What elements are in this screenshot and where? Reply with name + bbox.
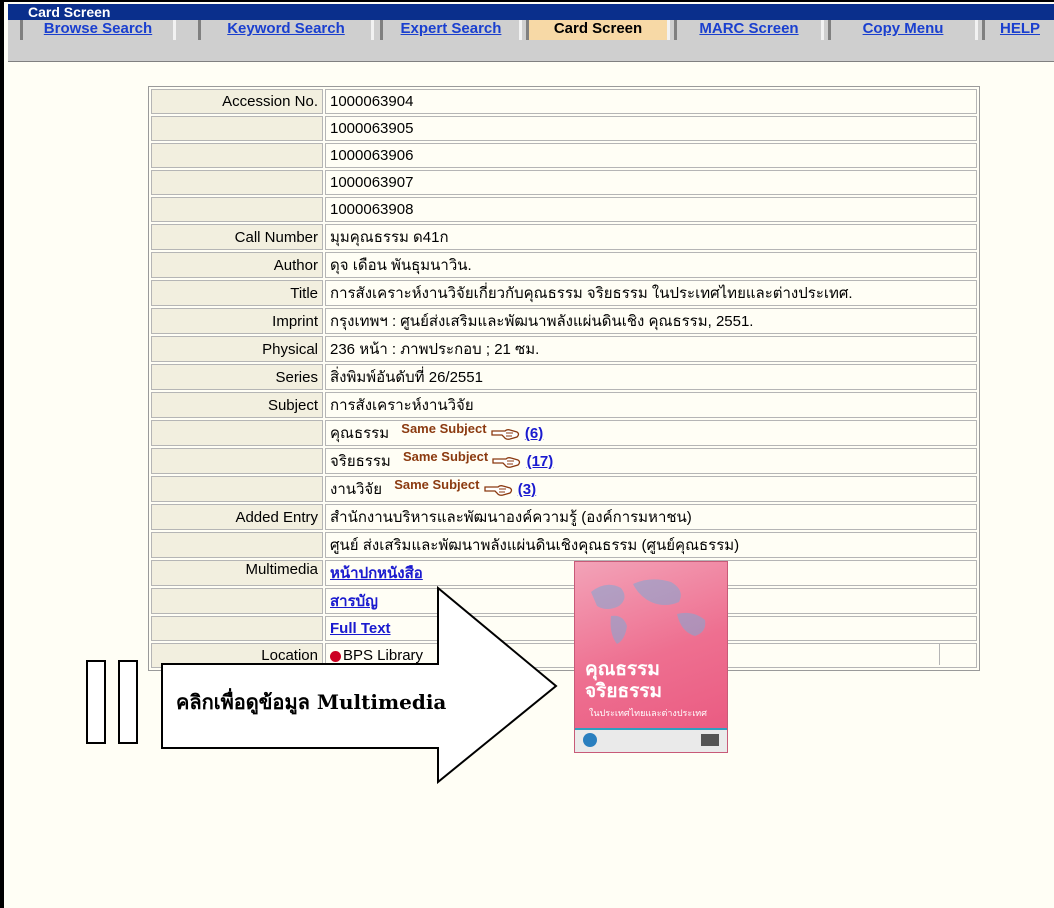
table-row: Multimedia หน้าปกหนังสือ xyxy=(151,560,977,586)
accession-value: 1000063904 xyxy=(325,89,977,114)
annotation-bar-icon xyxy=(86,660,106,744)
call-number-label: Call Number xyxy=(151,224,323,250)
added-entry-value: สำนักงานบริหารและพัฒนาองค์ความรู้ (องค์ก… xyxy=(325,504,977,530)
same-subject-label[interactable]: Same Subject xyxy=(394,477,479,492)
table-row: Call Number มุมคุณธรรม ด41ก xyxy=(151,224,977,250)
world-map-graphic xyxy=(591,579,706,644)
table-row: Imprint กรุงเทพฯ : ศูนย์ส่งเสริมและพัฒนา… xyxy=(151,308,977,334)
table-row: 1000063908 xyxy=(151,197,977,222)
pointing-hand-icon[interactable] xyxy=(491,426,521,442)
author-value: ดุจ เดือน พันธุมนาวิน. xyxy=(325,252,977,278)
cover-footer xyxy=(575,728,727,752)
imprint-label: Imprint xyxy=(151,308,323,334)
same-subject-count-link[interactable]: (6) xyxy=(525,425,543,442)
table-row: Accession No. 1000063904 xyxy=(151,89,977,114)
tab-expert-search[interactable]: Expert Search xyxy=(380,20,522,40)
publisher-logo-icon xyxy=(701,734,719,746)
multimedia-label: Multimedia xyxy=(151,560,323,586)
same-subject-count-link[interactable]: (17) xyxy=(527,453,554,470)
same-subject-label[interactable]: Same Subject xyxy=(401,421,486,436)
imprint-value: กรุงเทพฯ : ศูนย์ส่งเสริมและพัฒนาพลังแผ่น… xyxy=(325,308,977,334)
cover-subtitle: ในประเทศไทยและต่างประเทศ xyxy=(589,709,707,719)
accession-label: Accession No. xyxy=(151,89,323,114)
series-label: Series xyxy=(151,364,323,390)
physical-label: Physical xyxy=(151,336,323,362)
subject-term: จริยธรรม xyxy=(330,453,391,470)
same-subject-count-link[interactable]: (3) xyxy=(518,481,536,498)
subject-row: จริยธรรม Same Subject (17) xyxy=(325,448,977,474)
accession-value: 1000063906 xyxy=(325,143,977,168)
tab-bar: Browse Search Keyword Search Expert Sear… xyxy=(8,20,1054,62)
tab-marc-screen[interactable]: MARC Screen xyxy=(674,20,824,40)
title-label: Title xyxy=(151,280,323,306)
tab-card-screen[interactable]: Card Screen xyxy=(526,20,670,40)
same-subject-label[interactable]: Same Subject xyxy=(403,449,488,464)
tab-copy-menu[interactable]: Copy Menu xyxy=(828,20,978,40)
subject-label: Subject xyxy=(151,392,323,418)
tab-keyword-search[interactable]: Keyword Search xyxy=(198,20,374,40)
tab-browse-search[interactable]: Browse Search xyxy=(20,20,176,40)
table-row: Title การสังเคราะห์งานวิจัยเกี่ยวกับคุณธ… xyxy=(151,280,977,306)
multimedia-cover-link[interactable]: หน้าปกหนังสือ xyxy=(330,565,423,582)
table-row: งานวิจัย Same Subject (3) xyxy=(151,476,977,502)
table-row: Added Entry สำนักงานบริหารและพัฒนาองค์คว… xyxy=(151,504,977,530)
subject-value: การสังเคราะห์งานวิจัย xyxy=(325,392,977,418)
physical-value: 236 หน้า : ภาพประกอบ ; 21 ซม. xyxy=(325,336,977,362)
tab-help[interactable]: HELP xyxy=(982,20,1054,40)
author-label: Author xyxy=(151,252,323,278)
subject-term: งานวิจัย xyxy=(330,481,383,498)
table-row: Subject การสังเคราะห์งานวิจัย xyxy=(151,392,977,418)
subject-term: คุณธรรม xyxy=(330,425,390,442)
series-value: สิ่งพิมพ์อันดับที่ 26/2551 xyxy=(325,364,977,390)
table-row: 1000063905 xyxy=(151,116,977,141)
subject-row: งานวิจัย Same Subject (3) xyxy=(325,476,977,502)
accession-value: 1000063907 xyxy=(325,170,977,195)
cover-title: คุณธรรม จริยธรรม xyxy=(585,658,663,702)
table-row: 1000063906 xyxy=(151,143,977,168)
title-value: การสังเคราะห์งานวิจัยเกี่ยวกับคุณธรรม จร… xyxy=(325,280,977,306)
window-title: Card Screen xyxy=(8,4,1054,20)
annotation-arrow-icon xyxy=(161,585,558,784)
table-row: Physical 236 หน้า : ภาพประกอบ ; 21 ซม. xyxy=(151,336,977,362)
table-row: คุณธรรม Same Subject (6) xyxy=(151,420,977,446)
annotation-text: คลิกเพื่อดูข้อมูล Multimedia xyxy=(176,690,447,714)
call-number-value: มุมคุณธรรม ด41ก xyxy=(325,224,977,250)
added-entry-label: Added Entry xyxy=(151,504,323,530)
table-row: Series สิ่งพิมพ์อันดับที่ 26/2551 xyxy=(151,364,977,390)
pointing-hand-icon[interactable] xyxy=(492,454,522,470)
table-row: Author ดุจ เดือน พันธุมนาวิน. xyxy=(151,252,977,278)
accession-value: 1000063908 xyxy=(325,197,977,222)
book-cover-image[interactable]: คุณธรรม จริยธรรม ในประเทศไทยและต่างประเท… xyxy=(575,562,727,752)
table-row: ศูนย์ ส่งเสริมและพัฒนาพลังแผ่นดินเชิงคุณ… xyxy=(151,532,977,558)
logo-icon xyxy=(583,733,597,747)
annotation-bar-icon xyxy=(118,660,138,744)
pointing-hand-icon[interactable] xyxy=(483,482,514,498)
accession-value: 1000063905 xyxy=(325,116,977,141)
table-row: 1000063907 xyxy=(151,170,977,195)
table-row: จริยธรรม Same Subject (17) xyxy=(151,448,977,474)
subject-row: คุณธรรม Same Subject (6) xyxy=(325,420,977,446)
added-entry-value: ศูนย์ ส่งเสริมและพัฒนาพลังแผ่นดินเชิงคุณ… xyxy=(325,532,977,558)
